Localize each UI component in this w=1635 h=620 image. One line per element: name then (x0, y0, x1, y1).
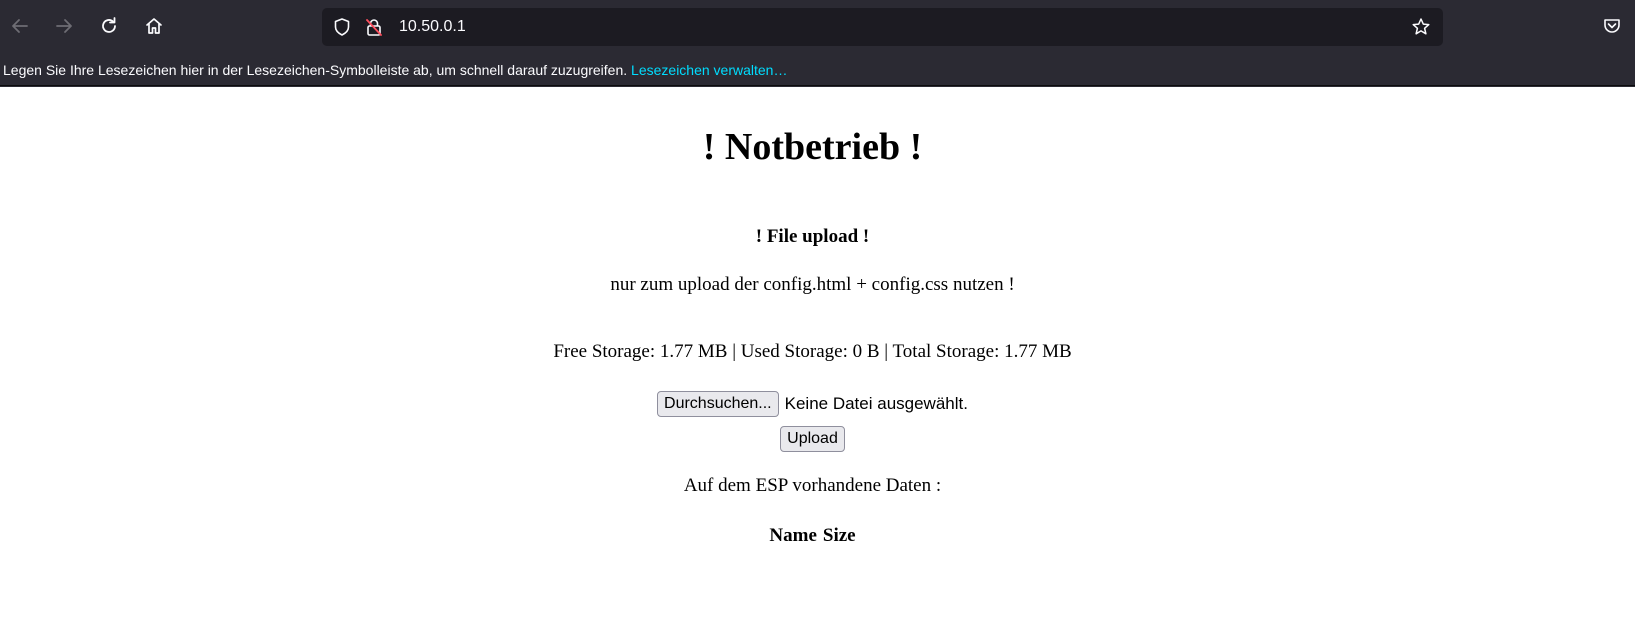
bookmarks-hint: Legen Sie Ihre Lesezeichen hier in der L… (3, 62, 628, 78)
home-button[interactable] (138, 10, 170, 42)
page-title: ! Notbetrieb ! (702, 126, 923, 168)
back-button[interactable] (4, 10, 36, 42)
forward-button[interactable] (48, 10, 80, 42)
url-text[interactable]: 10.50.0.1 (399, 18, 466, 36)
reload-icon (102, 17, 116, 33)
reload-button[interactable] (93, 10, 125, 42)
upload-row: Upload (0, 426, 1625, 452)
file-input[interactable]: Durchsuchen... Keine Datei ausgewählt. (0, 391, 1625, 417)
bookmarks-toolbar: Legen Sie Ihre Lesezeichen hier in der L… (0, 54, 1635, 86)
file-table-header: Name Size (0, 525, 1625, 547)
insecure-lock-icon[interactable] (364, 17, 384, 42)
browser-toolbar: 10.50.0.1 (0, 0, 1635, 54)
upload-note: nur zum upload der config.html + config.… (610, 274, 1015, 295)
bookmark-star-icon[interactable] (1411, 17, 1431, 42)
pocket-button[interactable] (1596, 10, 1628, 42)
table-header-size: Size (822, 525, 856, 546)
browse-button[interactable]: Durchsuchen... (657, 391, 779, 417)
back-icon (12, 19, 28, 33)
pocket-icon (1604, 19, 1620, 33)
shield-icon[interactable] (332, 17, 352, 42)
table-header-name: Name (769, 525, 817, 546)
manage-bookmarks-link[interactable]: Lesezeichen verwalten… (631, 62, 787, 78)
page-content: ! Notbetrieb ! ! File upload ! nur zum u… (0, 87, 1635, 620)
forward-icon (56, 19, 72, 33)
file-upload-heading: ! File upload ! (755, 226, 870, 247)
browser-chrome: 10.50.0.1 Legen Sie Ihre Lesezeichen hie… (0, 0, 1635, 87)
storage-info: Free Storage: 1.77 MB | Used Storage: 0 … (553, 341, 1072, 362)
esp-data-title: Auf dem ESP vorhandene Daten : (683, 475, 942, 496)
file-status-text: Keine Datei ausgewählt. (784, 394, 968, 413)
home-icon (146, 18, 162, 34)
upload-button[interactable]: Upload (780, 426, 845, 452)
url-bar[interactable]: 10.50.0.1 (322, 8, 1443, 46)
